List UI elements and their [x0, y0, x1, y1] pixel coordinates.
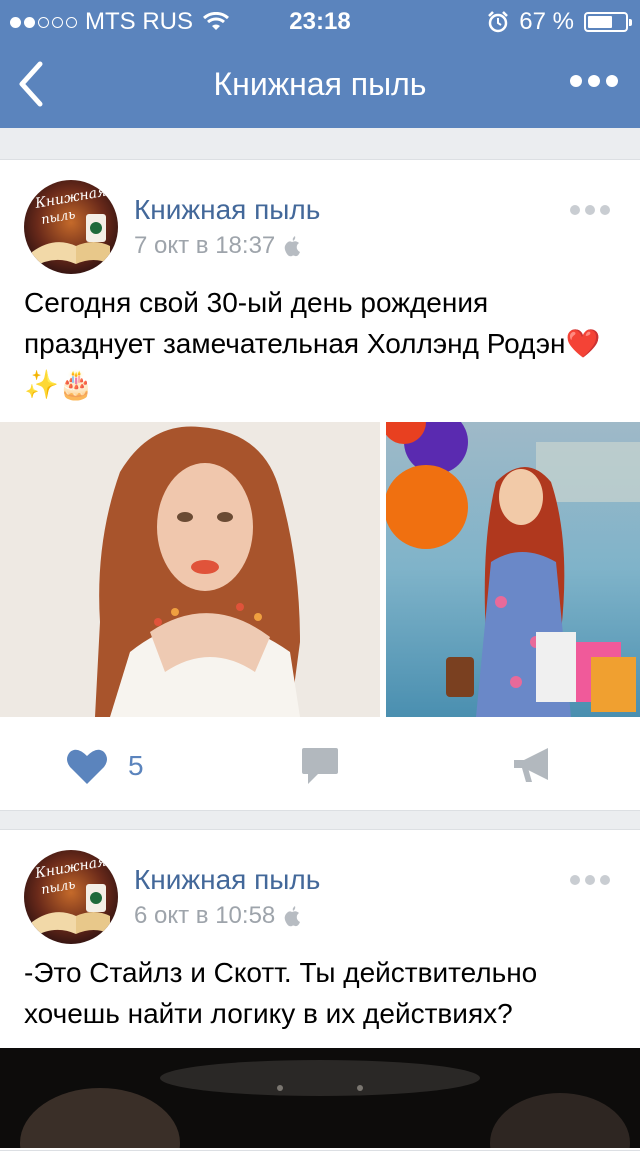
avatar-image: Книжная пыль: [24, 180, 118, 274]
top-bar: MTS RUS 23:18 67 % Книжная пыль: [0, 0, 640, 128]
avatar[interactable]: Книжная пыль: [24, 850, 118, 944]
post-photo[interactable]: [0, 1048, 640, 1148]
like-button[interactable]: 5: [66, 742, 144, 790]
portrait-photo: [0, 422, 380, 717]
post-menu-button[interactable]: [570, 874, 610, 886]
nav-bar: Книжная пыль: [0, 40, 640, 128]
post-date: 6 окт в 10:58: [134, 902, 276, 929]
avatar-image: Книжная пыль: [24, 850, 118, 944]
page-title: Книжная пыль: [213, 66, 427, 102]
alarm-icon: [488, 11, 509, 33]
comment-icon: [302, 748, 338, 784]
avatar[interactable]: Книжная пыль: [24, 180, 118, 274]
post-actions: 5: [0, 720, 640, 812]
balloons-photo: [386, 422, 640, 717]
post-meta: 6 окт в 10:58: [134, 902, 301, 930]
status-bar: MTS RUS 23:18 67 %: [0, 0, 640, 40]
apple-icon: [284, 906, 301, 927]
post-author[interactable]: Книжная пыль: [134, 194, 320, 226]
post-menu-button[interactable]: [570, 204, 610, 216]
post-meta: 7 окт в 18:37: [134, 232, 301, 260]
comment-button[interactable]: [300, 746, 340, 791]
post-card: Книжная пыль Книжная пыль 6 окт в 10:58 …: [0, 829, 640, 1151]
apple-icon: [284, 236, 301, 257]
post-text: -Это Стайлз и Скотт. Ты действительно хо…: [24, 957, 538, 1029]
more-options-button[interactable]: [570, 66, 618, 96]
battery-percent: 67 %: [519, 8, 574, 35]
post-photo[interactable]: [0, 422, 380, 717]
battery-icon: [584, 12, 632, 32]
post-date: 7 окт в 18:37: [134, 232, 276, 259]
post-text: Сегодня свой 30-ый день рождения праздну…: [24, 287, 601, 400]
megaphone-icon: [514, 748, 548, 782]
share-button[interactable]: [512, 746, 554, 791]
post-photo[interactable]: [386, 422, 640, 717]
post-card: Книжная пыль Книжная пыль 7 окт в 18:37 …: [0, 159, 640, 811]
heart-icon: [67, 749, 107, 784]
like-count: 5: [128, 750, 144, 781]
dark-scene-photo: [0, 1048, 640, 1148]
status-right: 67 %: [487, 8, 632, 36]
post-author[interactable]: Книжная пыль: [134, 864, 320, 896]
